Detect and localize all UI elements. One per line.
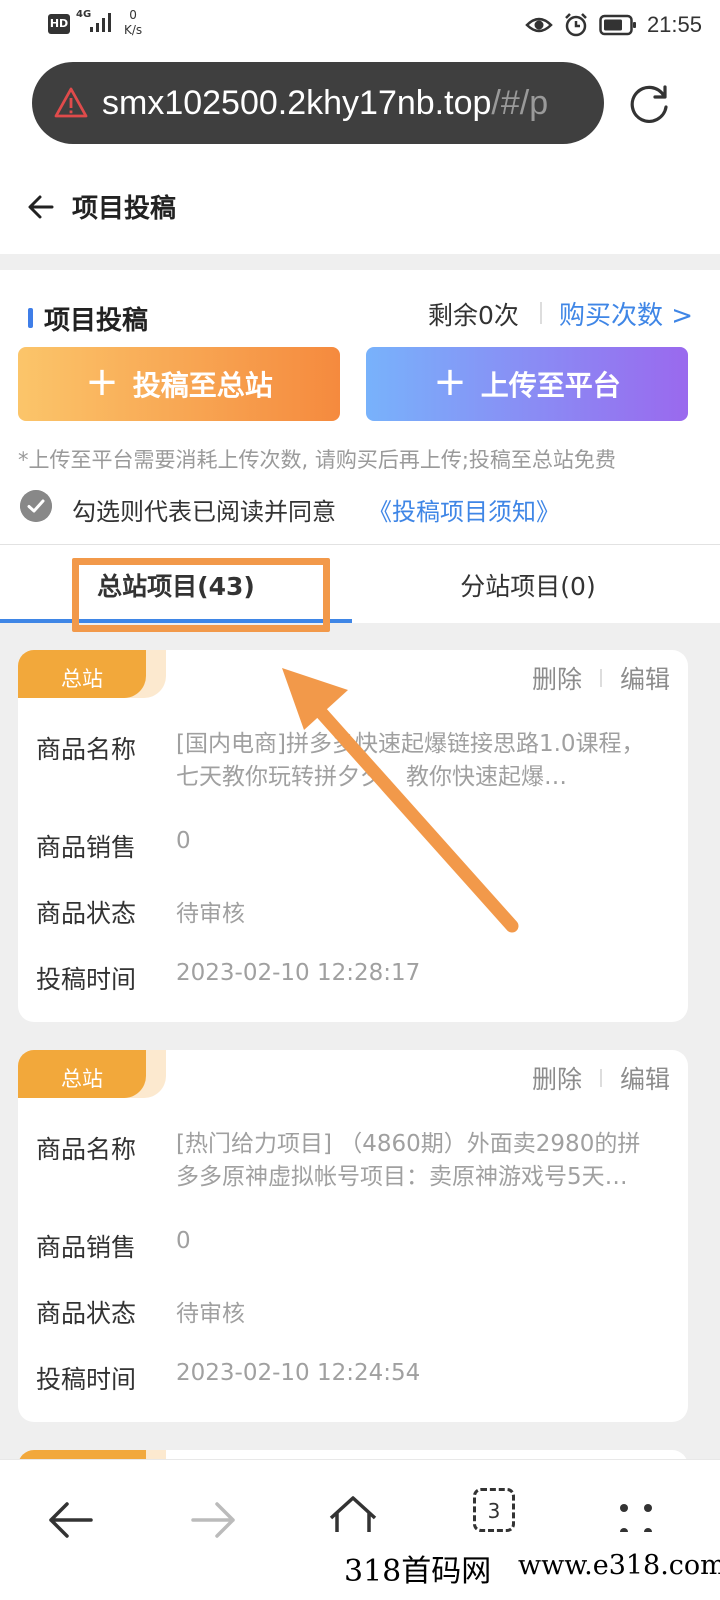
url-path: /#/p: [491, 84, 549, 122]
warning-triangle-icon[interactable]: [54, 86, 88, 120]
remaining-count: 剩余0次: [428, 301, 519, 330]
url-text[interactable]: smx102500.2khy17nb.top/#/p: [102, 62, 592, 144]
section-title: 项目投稿: [44, 306, 149, 336]
back-arrow-icon[interactable]: [26, 192, 56, 222]
section-marker: [28, 308, 33, 328]
project-card-partial: [18, 1450, 688, 1459]
action-divider: [599, 669, 602, 687]
plus-icon: +: [85, 359, 119, 405]
submit-to-main-button[interactable]: + 投稿至总站: [18, 347, 340, 421]
terms-link[interactable]: 《投稿项目须知》: [368, 492, 560, 527]
plus-icon: +: [433, 359, 467, 405]
net-speed-value: 0: [129, 8, 137, 22]
sales-value: 0: [176, 828, 191, 854]
status-right: 21:55: [525, 10, 702, 40]
status-value: 待审核: [176, 901, 245, 927]
card-actions: 删除 编辑: [532, 1060, 670, 1096]
highlight-box: [72, 558, 330, 632]
status-label: 商品状态: [36, 899, 137, 928]
action-divider: [599, 1069, 602, 1087]
submit-section: 项目投稿 剩余0次 购买次数 > + 投稿至总站 + 上传至平台 *上传至平台需…: [0, 270, 720, 546]
url-bar[interactable]: smx102500.2khy17nb.top/#/p: [32, 62, 604, 144]
sales-label: 商品销售: [36, 833, 137, 862]
url-host: smx102500.2khy17nb.top: [102, 84, 492, 122]
signal-icon: [90, 13, 111, 32]
page-title: 项目投稿: [72, 194, 177, 224]
watermark-url: www.e318.com: [518, 1550, 720, 1581]
net-speed: 0 K/s: [124, 8, 142, 38]
site-badge-partial: [18, 1450, 146, 1459]
tab-sub-site-projects[interactable]: 分站项目(0): [352, 545, 704, 623]
watermark: 318首码网 www.e318.com: [330, 1532, 720, 1600]
header-divider: [540, 302, 542, 324]
clock: 21:55: [646, 12, 702, 37]
battery-icon: [599, 14, 636, 36]
name-label: 商品名称: [36, 1135, 137, 1164]
sales-label: 商品销售: [36, 1233, 137, 1262]
upload-note: *上传至平台需要消耗上传次数, 请购买后再上传;投稿至总站免费: [18, 448, 616, 472]
delete-button[interactable]: 删除: [532, 1060, 582, 1096]
card-actions: 删除 编辑: [532, 660, 670, 696]
time-value: 2023-02-10 12:28:17: [176, 960, 421, 986]
delete-button[interactable]: 删除: [532, 660, 582, 696]
upload-to-platform-button[interactable]: + 上传至平台: [366, 347, 688, 421]
time-label: 投稿时间: [36, 965, 137, 994]
project-card: 总站 删除 编辑 商品名称 [热门给力项目] （4860期）外面卖2980的拼多…: [18, 1050, 688, 1422]
status-label: 商品状态: [36, 1299, 137, 1328]
alarm-icon: [565, 13, 587, 37]
product-name: [热门给力项目] （4860期）外面卖2980的拼多多原神虚拟帐号项目：卖原神游…: [176, 1131, 641, 1190]
buy-count-link[interactable]: 购买次数 >: [559, 295, 693, 332]
watermark-site-name: 318首码网: [344, 1554, 492, 1589]
time-label: 投稿时间: [36, 1365, 137, 1394]
tabs-icon[interactable]: 3: [473, 1488, 515, 1532]
agree-text: 勾选则代表已阅读并同意: [72, 498, 336, 526]
reload-icon[interactable]: [628, 82, 672, 126]
page-header: 项目投稿: [0, 160, 720, 254]
edit-button[interactable]: 编辑: [620, 1060, 670, 1096]
sales-value: 0: [176, 1228, 191, 1254]
upload-to-platform-label: 上传至平台: [480, 369, 621, 402]
forward-icon[interactable]: [183, 1490, 243, 1550]
annotation-arrow-icon: [282, 668, 519, 933]
back-icon[interactable]: [41, 1490, 101, 1550]
site-badge: 总站: [18, 650, 146, 698]
time-value: 2023-02-10 12:24:54: [176, 1360, 421, 1386]
edit-button[interactable]: 编辑: [620, 660, 670, 696]
site-badge: 总站: [18, 1050, 146, 1098]
submit-to-main-label: 投稿至总站: [132, 369, 273, 402]
hd-badge: HD: [48, 14, 70, 34]
eye-icon: [525, 17, 553, 33]
status-bar: HD 4G 0 K/s 21:55: [0, 0, 720, 50]
badge-shadow-partial: [146, 1450, 166, 1459]
status-value: 待审核: [176, 1301, 245, 1327]
section-gap: [0, 254, 720, 270]
net-speed-unit: K/s: [124, 23, 143, 37]
name-label: 商品名称: [36, 735, 137, 764]
check-circle-icon[interactable]: [20, 490, 52, 522]
